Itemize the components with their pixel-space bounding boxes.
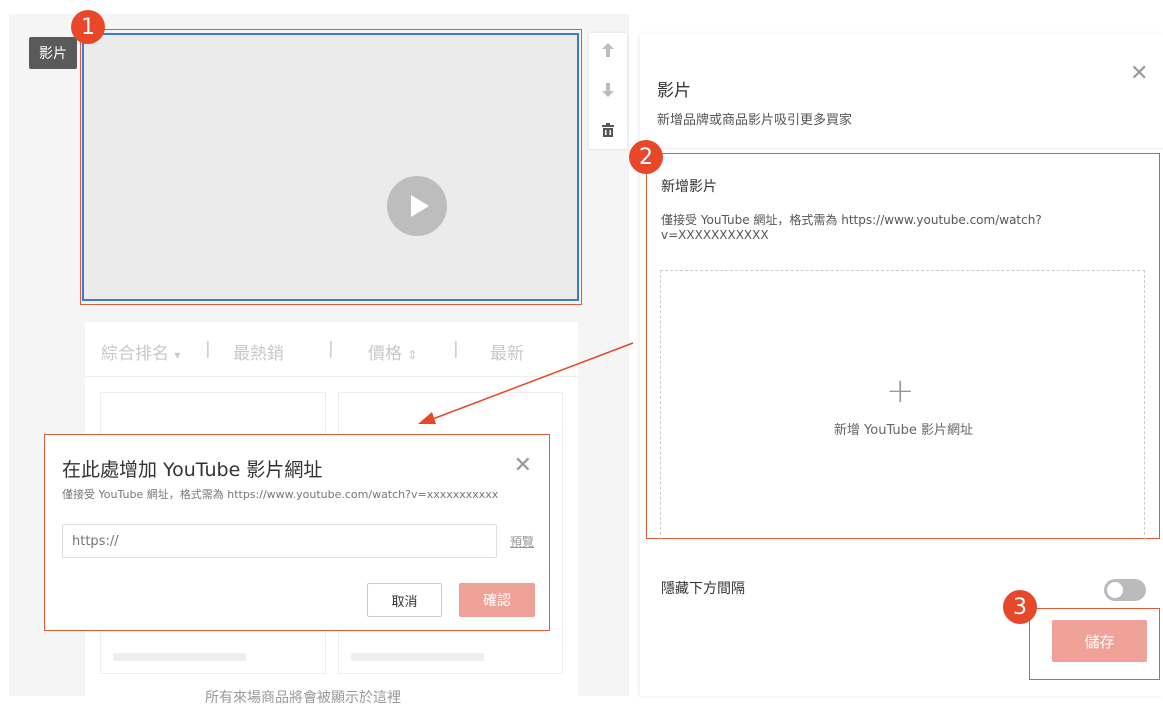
add-youtube-url-label: 新增 YouTube 影片網址 bbox=[833, 423, 974, 438]
save-button[interactable]: 儲存 bbox=[1052, 620, 1147, 662]
divider bbox=[640, 148, 1163, 149]
step-badge-1: 1 bbox=[71, 10, 105, 44]
add-video-hint: 僅接受 YouTube 網址，格式需為 https://www.youtube.… bbox=[661, 213, 1042, 242]
confirm-button[interactable]: 確認 bbox=[459, 583, 535, 617]
hide-spacing-label: 隱藏下方間隔 bbox=[661, 581, 745, 597]
plus-icon: + bbox=[886, 371, 915, 411]
dialog-hint: 僅接受 YouTube 網址，格式需為 https://www.youtube.… bbox=[62, 488, 499, 501]
close-icon[interactable]: ✕ bbox=[514, 453, 532, 478]
dialog-title: 在此處增加 YouTube 影片網址 bbox=[62, 459, 323, 481]
cancel-button[interactable]: 取消 bbox=[367, 583, 442, 617]
add-youtube-url-area[interactable]: + 新增 YouTube 影片網址 bbox=[660, 270, 1145, 540]
youtube-url-dialog: 在此處增加 YouTube 影片網址 ✕ 僅接受 YouTube 網址，格式需為… bbox=[44, 434, 550, 631]
add-video-section-title: 新增影片 bbox=[661, 179, 717, 195]
youtube-url-input[interactable] bbox=[62, 524, 497, 558]
preview-link[interactable]: 預覽 bbox=[510, 533, 534, 550]
step-badge-3: 3 bbox=[1003, 590, 1037, 624]
close-icon[interactable]: ✕ bbox=[1130, 61, 1148, 86]
panel-title: 影片 bbox=[657, 81, 691, 101]
step-badge-2: 2 bbox=[629, 140, 663, 174]
hide-spacing-toggle[interactable] bbox=[1104, 579, 1146, 601]
panel-subtitle: 新增品牌或商品影片吸引更多買家 bbox=[657, 113, 853, 128]
